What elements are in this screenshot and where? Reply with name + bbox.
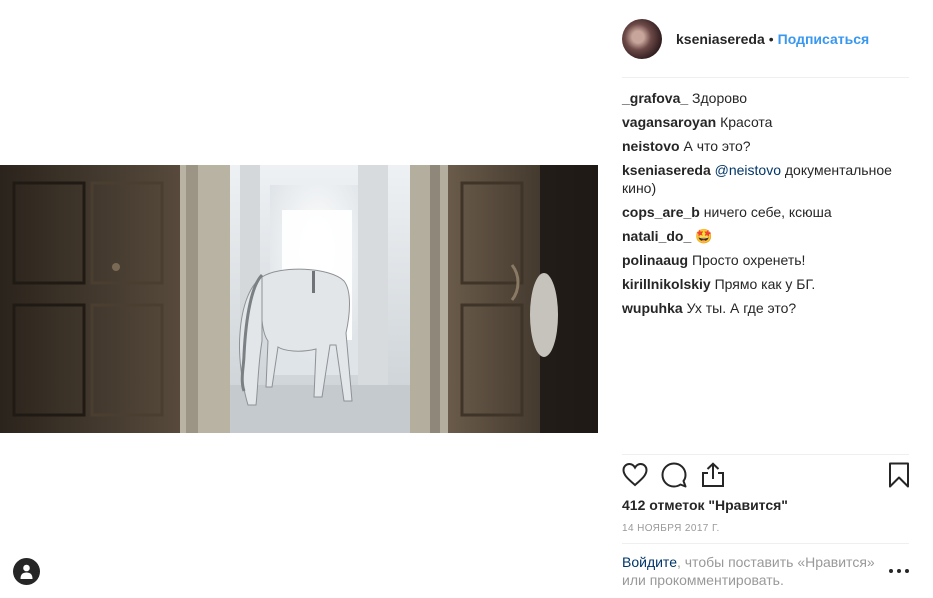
more-dots-icon — [905, 569, 909, 573]
comment-item: neistovo А что это? — [622, 137, 912, 155]
comment-username[interactable]: vagansaroyan — [622, 114, 716, 130]
comment-item: cops_are_b ничего себе, ксюша — [622, 203, 912, 221]
comment-item: kirillnikolskiy Прямо как у БГ. — [622, 275, 912, 293]
comment-text: Прямо как у БГ. — [714, 276, 816, 292]
actions-divider — [622, 454, 909, 455]
post-actions — [622, 462, 912, 492]
video-frame-image — [0, 165, 598, 433]
comment-username[interactable]: cops_are_b — [622, 204, 700, 220]
heart-icon — [622, 462, 648, 487]
post-video[interactable] — [0, 165, 598, 433]
comment-username[interactable]: wupuhka — [622, 300, 683, 316]
comment-item: vagansaroyan Красота — [622, 113, 912, 131]
comment-text: Просто охренеть! — [692, 252, 806, 268]
comment-item: polinaaug Просто охренеть! — [622, 251, 912, 269]
post-sidebar: kseniasereda • Подписаться _grafova_ Здо… — [598, 0, 933, 598]
comments-list: _grafova_ Здорово vagansaroyan Красота n… — [622, 89, 912, 323]
comment-bubble-icon — [661, 462, 687, 488]
user-icon — [20, 564, 33, 579]
comment-button[interactable] — [661, 462, 687, 488]
media-column — [0, 0, 598, 598]
comment-text: А что это? — [683, 138, 751, 154]
share-button[interactable] — [700, 462, 726, 488]
author-avatar[interactable] — [622, 19, 662, 59]
comment-item: wupuhka Ух ты. А где это? — [622, 299, 912, 317]
comment-item: kseniasereda @neistovo документальное ки… — [622, 161, 912, 197]
post-date: 14 ноября 2017 г. — [622, 523, 720, 534]
login-prompt: Войдите, чтобы поставить «Нравится» или … — [622, 553, 882, 589]
author-username[interactable]: kseniasereda — [676, 31, 765, 47]
instagram-post-view: kseniasereda • Подписаться _grafova_ Здо… — [0, 0, 933, 598]
share-icon — [702, 462, 724, 487]
follow-button[interactable]: Подписаться — [778, 31, 870, 47]
comment-username[interactable]: _grafova_ — [622, 90, 688, 106]
login-link[interactable]: Войдите — [622, 554, 677, 570]
profile-button[interactable] — [13, 558, 40, 585]
comment-username[interactable]: neistovo — [622, 138, 680, 154]
comment-emoji: 🤩 — [695, 228, 713, 244]
comment-username[interactable]: kirillnikolskiy — [622, 276, 711, 292]
post-header: kseniasereda • Подписаться — [622, 17, 912, 61]
comment-text: Ух ты. А где это? — [686, 300, 797, 316]
comment-item: natali_do_ 🤩 — [622, 227, 912, 245]
comment-username[interactable]: polinaaug — [622, 252, 688, 268]
comment-mention[interactable]: @neistovo — [715, 162, 781, 178]
comment-username[interactable]: kseniasereda — [622, 162, 711, 178]
likes-count[interactable]: 412 отметок "Нравится" — [622, 497, 788, 513]
more-dots-icon — [889, 569, 893, 573]
header-divider — [622, 77, 909, 78]
footer-divider — [622, 543, 909, 544]
bookmark-icon — [889, 462, 909, 488]
more-options-button[interactable] — [889, 562, 909, 580]
comment-item: _grafova_ Здорово — [622, 89, 912, 107]
comment-text: ничего себе, ксюша — [703, 204, 832, 220]
comment-username[interactable]: natali_do_ — [622, 228, 691, 244]
comment-text: Красота — [720, 114, 773, 130]
header-separator: • — [768, 31, 774, 47]
like-button[interactable] — [622, 462, 648, 488]
save-button[interactable] — [886, 462, 912, 488]
comment-text: Здорово — [692, 90, 748, 106]
more-dots-icon — [897, 569, 901, 573]
